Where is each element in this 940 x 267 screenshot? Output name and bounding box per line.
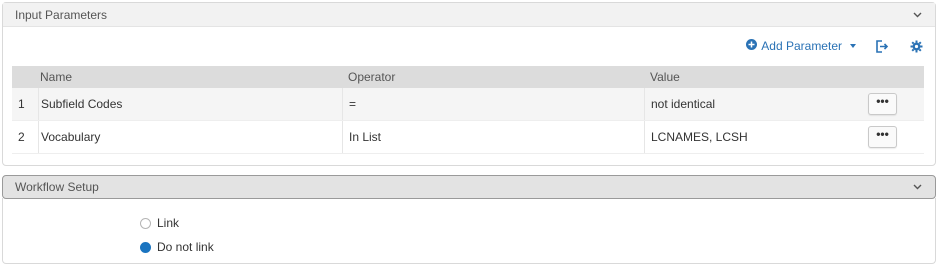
radio-option-link[interactable]: Link (140, 216, 179, 230)
input-parameters-title: Input Parameters (15, 7, 108, 22)
plus-circle-icon (746, 39, 758, 53)
radio-unselected-icon[interactable] (140, 217, 151, 229)
add-parameter-button[interactable]: Add Parameter (746, 39, 856, 53)
table-row: 2 Vocabulary In List LCNAMES, LCSH ••• (12, 121, 924, 154)
row-actions-button[interactable]: ••• (868, 93, 897, 115)
radio-selected-icon[interactable] (140, 241, 151, 253)
workflow-setup-header[interactable]: Workflow Setup (2, 175, 936, 199)
workflow-setup-title: Workflow Setup (15, 180, 99, 194)
workflow-setup-panel (2, 198, 936, 264)
caret-down-icon (850, 44, 856, 48)
table-row: 1 Subfield Codes = not identical ••• (12, 88, 924, 121)
radio-option-do-not-link[interactable]: Do not link (140, 240, 214, 254)
input-parameters-header[interactable]: Input Parameters (3, 3, 935, 27)
parameters-table: Name Operator Value 1 Subfield Codes = n… (12, 66, 924, 154)
row-number: 2 (18, 130, 25, 144)
row-operator: = (342, 88, 644, 120)
parameters-toolbar: Add Parameter (746, 38, 924, 54)
add-parameter-label: Add Parameter (761, 39, 842, 53)
row-name: Subfield Codes (38, 88, 342, 120)
row-value: LCNAMES, LCSH (644, 121, 864, 153)
chevron-down-icon[interactable] (911, 181, 923, 193)
table-header-row: Name Operator Value (12, 66, 924, 88)
export-icon[interactable] (874, 38, 890, 54)
radio-label-link: Link (157, 216, 180, 230)
row-number: 1 (18, 97, 25, 111)
column-header-value: Value (650, 70, 680, 84)
row-operator: In List (342, 121, 644, 153)
row-value: not identical (644, 88, 864, 120)
gear-icon[interactable] (908, 38, 924, 54)
column-header-name: Name (40, 70, 73, 84)
radio-label-do-not-link: Do not link (157, 240, 214, 254)
row-actions-button[interactable]: ••• (868, 126, 897, 148)
column-header-operator: Operator (348, 70, 396, 84)
chevron-down-icon[interactable] (911, 9, 923, 21)
row-name: Vocabulary (38, 121, 342, 153)
